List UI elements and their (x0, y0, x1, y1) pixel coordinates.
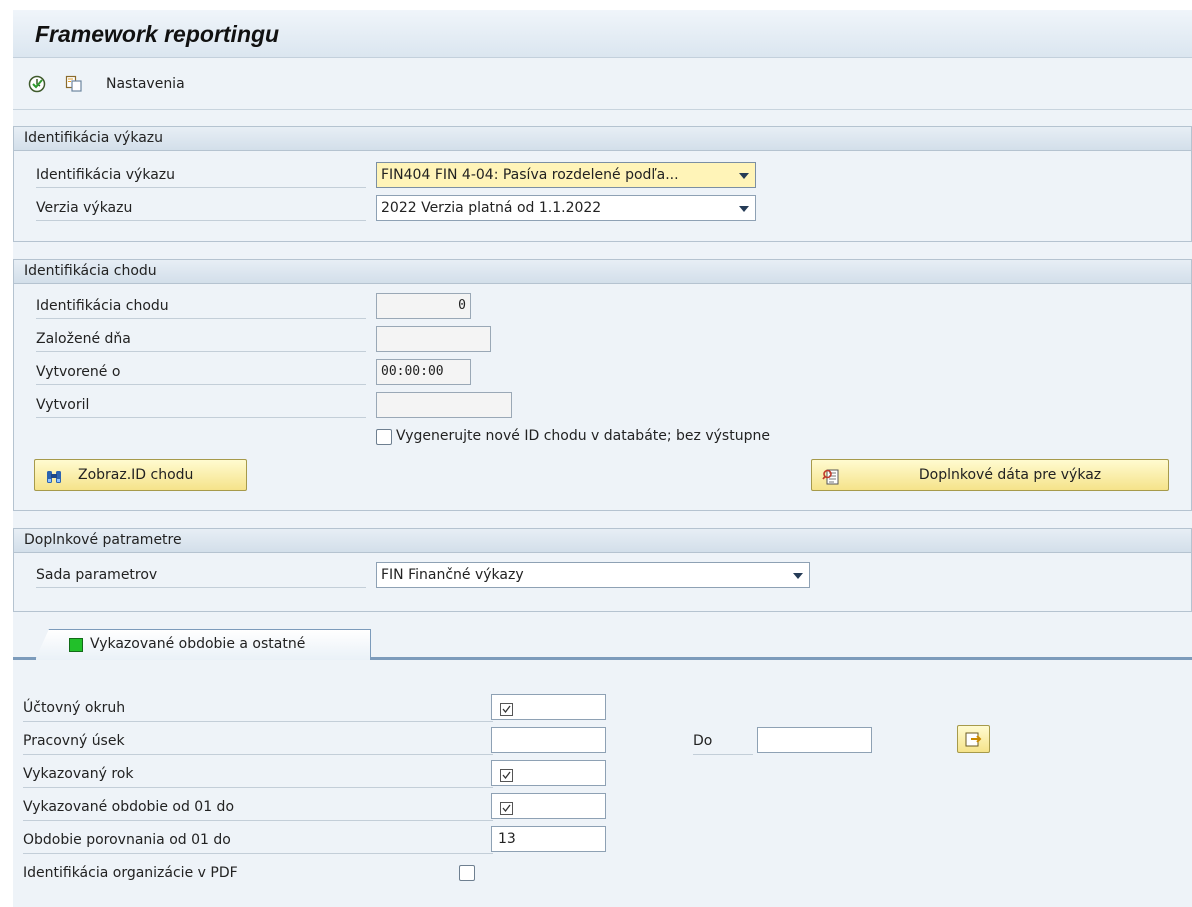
created-by-label: Vytvoril (36, 392, 366, 418)
param-set-dropdown[interactable]: FIN Finančné výkazy (376, 562, 810, 588)
chevron-down-icon[interactable] (739, 206, 749, 212)
segment-to-field[interactable] (757, 727, 872, 753)
param-set-row: Sada parametrov FIN Finančné výkazy (36, 562, 1191, 588)
segment-from-field[interactable] (491, 727, 606, 753)
main-content: Identifikácia výkazu Identifikácia výkaz… (13, 110, 1192, 907)
tab-strip: Vykazované obdobie a ostatné (13, 622, 1192, 660)
segment-label: Pracovný úsek (23, 727, 493, 755)
settings-button[interactable]: Nastavenia (106, 76, 185, 92)
reported-year-field[interactable] (491, 760, 606, 786)
additional-data-label: Doplnkové dáta pre výkaz (918, 467, 1102, 483)
multiple-selection-icon (965, 730, 983, 752)
tab-reported-period[interactable]: Vykazované obdobie a ostatné (35, 629, 371, 660)
created-on-row: Založené dňa (36, 326, 1191, 352)
created-at-label: Vytvorené o (36, 359, 366, 385)
tab-body: Účtovný okruh Pracovný úsek Do Vykazovan… (13, 660, 1192, 907)
report-version-label: Verzia výkazu (36, 195, 366, 221)
run-id-row: Identifikácia chodu 0 (36, 293, 1191, 319)
required-entry-icon (500, 766, 513, 782)
report-id-value: FIN404 FIN 4-04: Pasíva rozdelené podľa.… (381, 167, 679, 183)
comparison-period-label: Obdobie porovnania od 01 do (23, 826, 493, 854)
org-pdf-checkbox[interactable] (459, 865, 475, 881)
to-label: Do (693, 727, 753, 755)
reported-period-label: Vykazované obdobie od 01 do (23, 793, 493, 821)
reported-year-label: Vykazovaný rok (23, 760, 493, 788)
created-at-row: Vytvorené o 00:00:00 (36, 359, 1191, 385)
title-bar: Framework reportingu (13, 10, 1192, 58)
tab-label: Vykazované obdobie a ostatné (90, 636, 306, 652)
created-by-row: Vytvoril (36, 392, 1191, 418)
reported-period-field[interactable] (491, 793, 606, 819)
generate-new-id-checkbox[interactable] (376, 429, 392, 445)
additional-data-button[interactable]: Doplnkové dáta pre výkaz (811, 459, 1169, 491)
org-pdf-label: Identifikácia organizácie v PDF (23, 865, 238, 881)
group-header: Identifikácia výkazu (14, 127, 1191, 151)
chevron-down-icon[interactable] (793, 573, 803, 579)
created-on-label: Založené dňa (36, 326, 366, 352)
report-version-row: Verzia výkazu 2022 Verzia platná od 1.1.… (36, 195, 1191, 221)
required-entry-icon (500, 799, 513, 815)
run-id-label: Identifikácia chodu (36, 293, 366, 319)
run-identification-group: Identifikácia chodu Identifikácia chodu … (13, 259, 1192, 511)
param-set-label: Sada parametrov (36, 562, 366, 588)
generate-new-id-label: Vygenerujte nové ID chodu v databáte; be… (396, 428, 770, 444)
param-set-value: FIN Finančné výkazy (381, 567, 524, 583)
show-run-id-label: Zobraz.ID chodu (78, 467, 194, 483)
chevron-down-icon[interactable] (739, 173, 749, 179)
created-on-field[interactable] (376, 326, 491, 352)
report-id-label: Identifikácia výkazu (36, 162, 366, 188)
report-version-dropdown[interactable]: 2022 Verzia platná od 1.1.2022 (376, 195, 756, 221)
multiple-selection-button[interactable] (957, 725, 990, 753)
run-id-field[interactable]: 0 (376, 293, 471, 319)
execute-clock-icon[interactable] (28, 75, 46, 93)
created-at-field[interactable]: 00:00:00 (376, 359, 471, 385)
application-toolbar: Nastavenia (13, 58, 1192, 110)
binoculars-icon (45, 467, 63, 485)
created-by-field[interactable] (376, 392, 512, 418)
report-version-value: 2022 Verzia platná od 1.1.2022 (381, 200, 602, 216)
show-run-id-button[interactable]: Zobraz.ID chodu (34, 459, 247, 491)
group-header: Doplnkové patrametre (14, 529, 1191, 553)
page-title: Framework reportingu (35, 21, 280, 47)
status-led-icon (69, 638, 83, 652)
report-identification-group: Identifikácia výkazu Identifikácia výkaz… (13, 126, 1192, 242)
report-id-row: Identifikácia výkazu FIN404 FIN 4-04: Pa… (36, 162, 1191, 188)
group-header: Identifikácia chodu (14, 260, 1191, 284)
company-code-label: Účtovný okruh (23, 694, 493, 722)
report-id-dropdown[interactable]: FIN404 FIN 4-04: Pasíva rozdelené podľa.… (376, 162, 756, 188)
company-code-field[interactable] (491, 694, 606, 720)
required-entry-icon (500, 700, 513, 716)
get-variant-icon[interactable] (65, 75, 83, 93)
segment-row: Pracovný úsek Do (23, 725, 1183, 755)
comparison-period-field[interactable]: 13 (491, 826, 606, 852)
additional-params-group: Doplnkové patrametre Sada parametrov FIN… (13, 528, 1192, 612)
